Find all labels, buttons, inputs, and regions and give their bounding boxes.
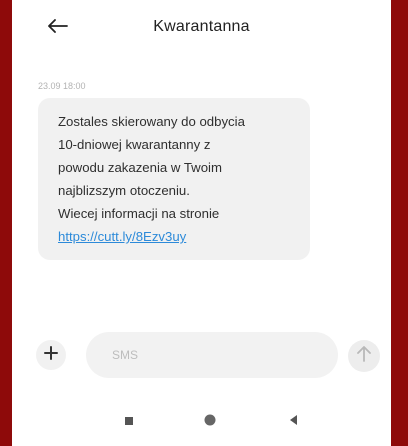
message-line: 10-dniowej kwarantanny z [58, 137, 211, 152]
square-icon [124, 413, 134, 431]
send-button[interactable] [348, 340, 380, 372]
message-line: najblizszym otoczeniu. [58, 183, 190, 198]
triangle-left-icon [288, 413, 298, 431]
sms-input[interactable]: SMS [86, 332, 338, 378]
plus-icon [44, 345, 58, 365]
home-button[interactable] [199, 411, 221, 433]
conversation-header: Kwarantanna [12, 0, 391, 62]
recents-button[interactable] [118, 411, 140, 433]
phone-screen: Kwarantanna 23.09 18:00 Zostales skierow… [12, 0, 391, 446]
message-timestamp: 23.09 18:00 [38, 81, 86, 91]
conversation-title: Kwarantanna [153, 18, 250, 35]
message-link[interactable]: https://cutt.ly/8Ezv3uy [58, 229, 186, 244]
nav-back-button[interactable] [282, 411, 304, 433]
system-nav-bar [12, 405, 391, 439]
attach-button[interactable] [36, 340, 66, 370]
message-line: powodu zakazenia w Twoim [58, 160, 222, 175]
message-line: Wiecej informacji na stronie [58, 206, 220, 221]
message-composer: SMS [12, 328, 391, 382]
arrow-up-icon [357, 345, 371, 367]
message-bubble[interactable]: Zostales skierowany do odbycia 10-dniowe… [38, 98, 310, 260]
sms-placeholder: SMS [112, 348, 139, 362]
message-line: Zostales skierowany do odbycia [58, 114, 245, 129]
circle-icon [203, 413, 217, 432]
